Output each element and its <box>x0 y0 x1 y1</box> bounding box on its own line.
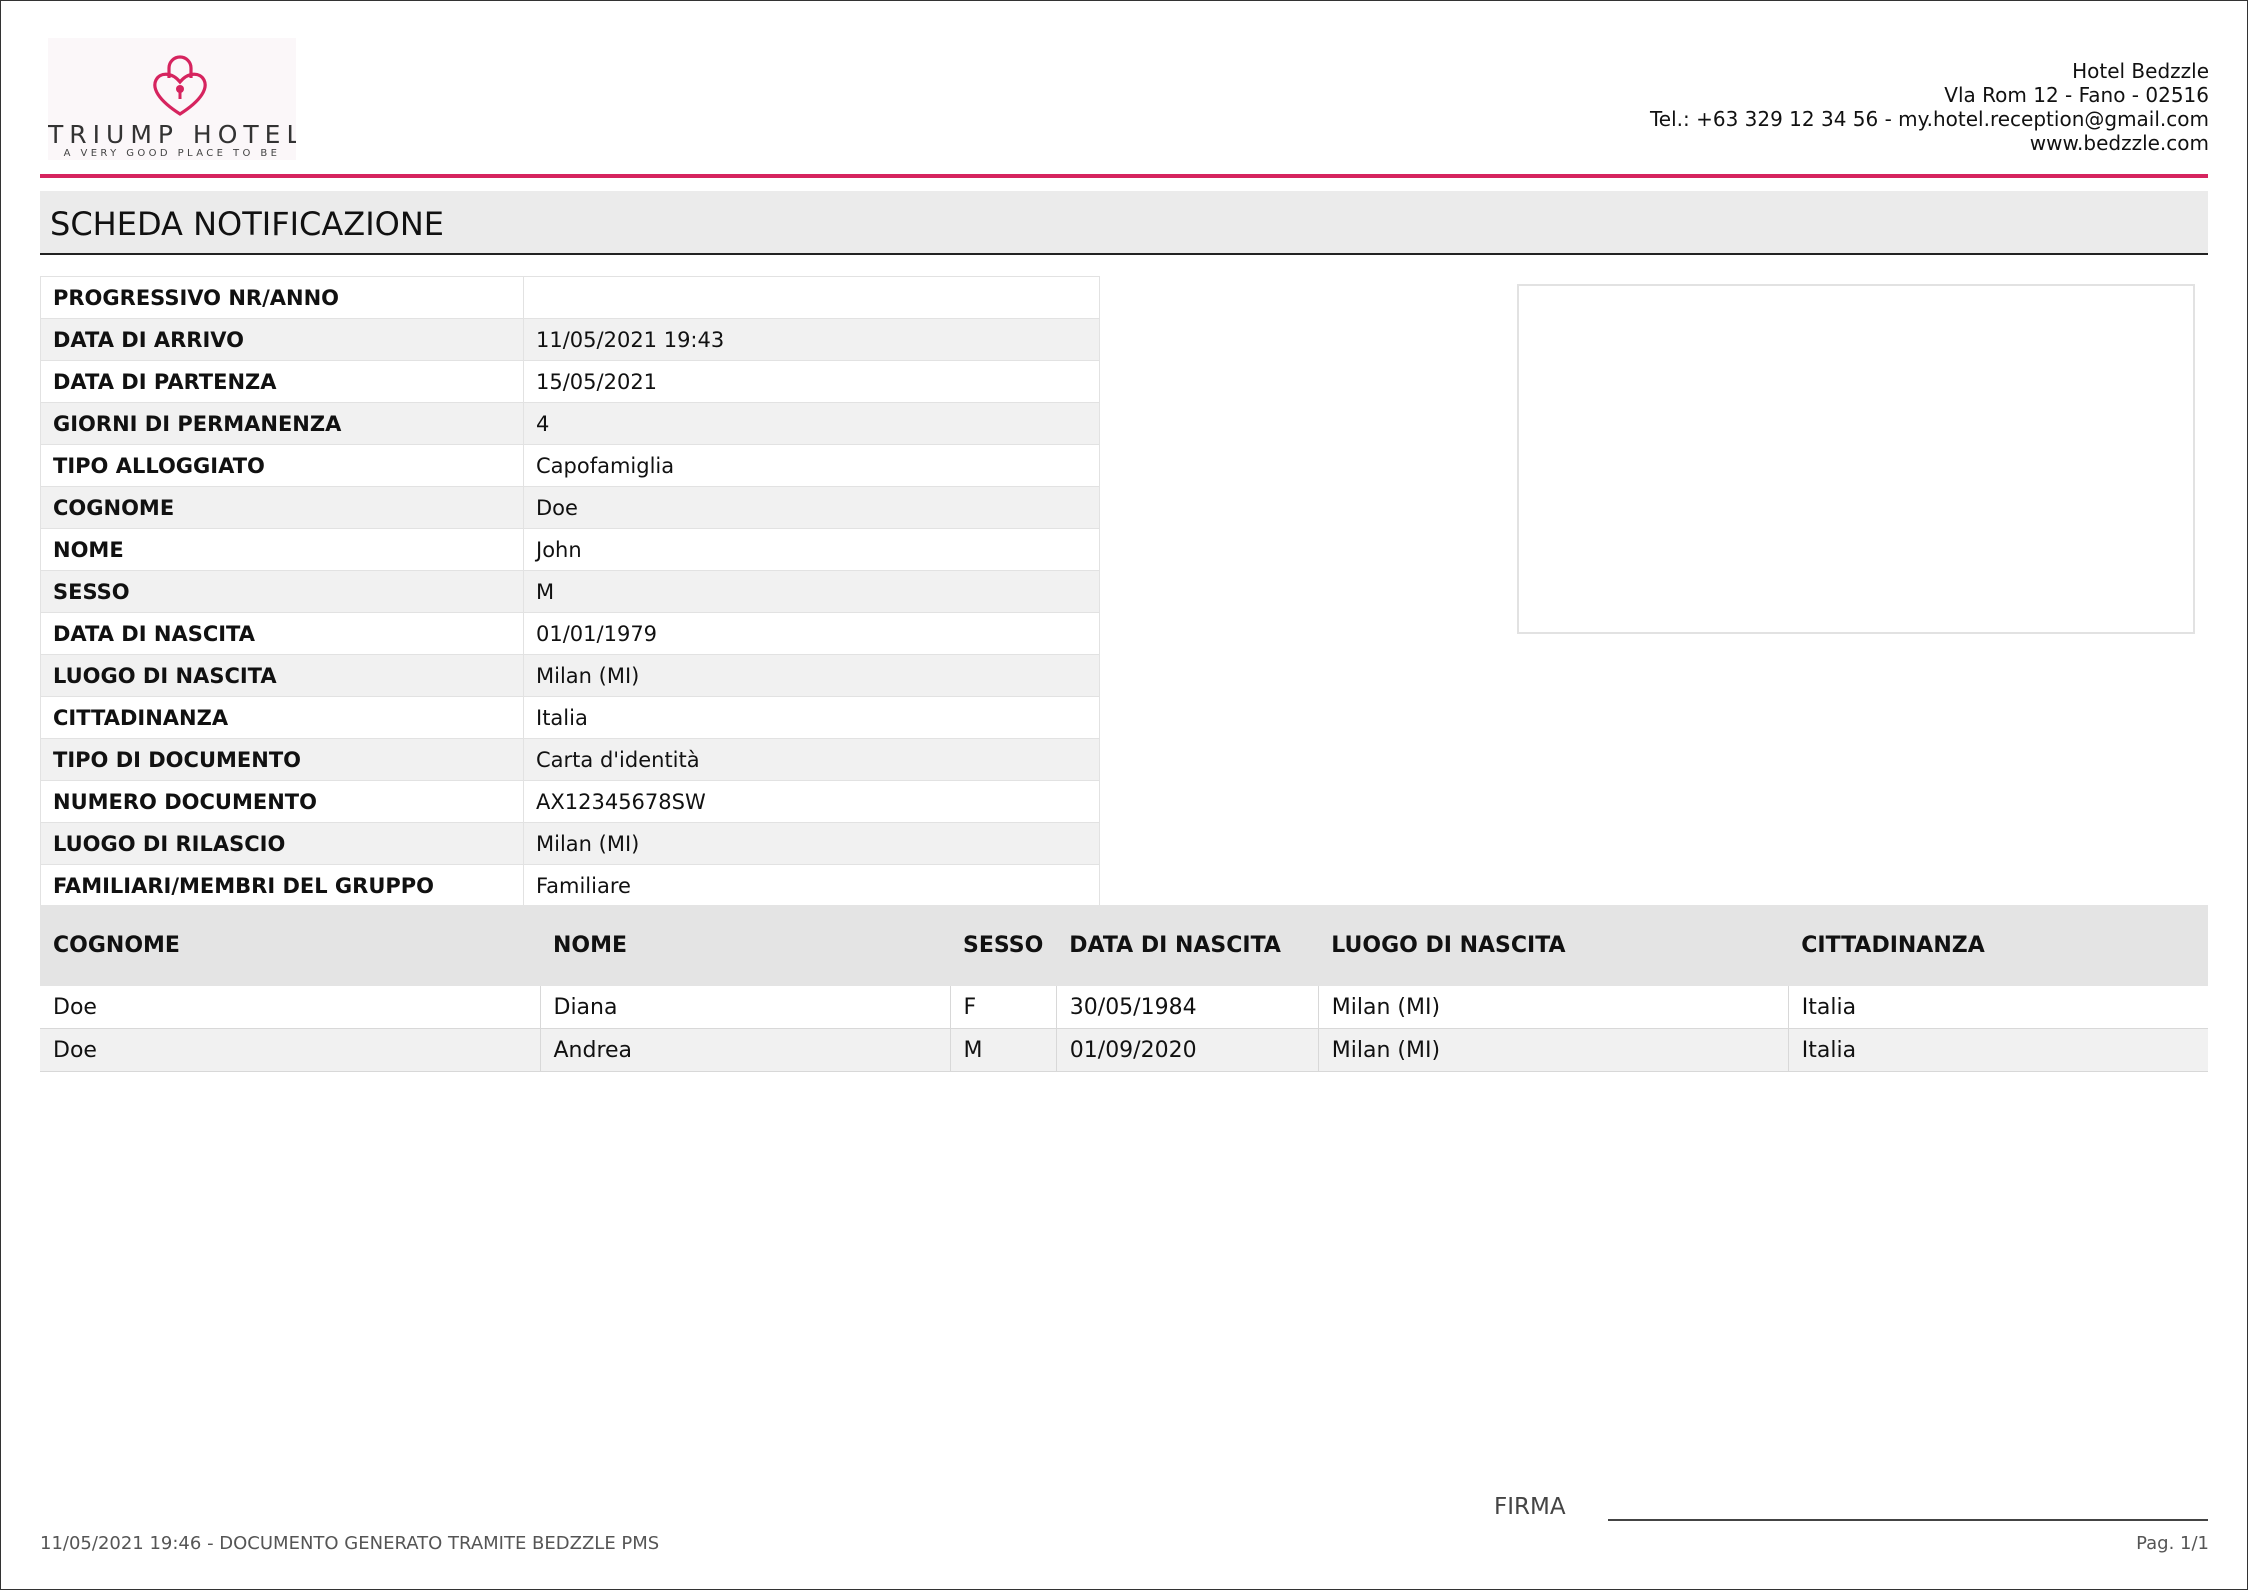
table-cell: Doe <box>40 986 540 1029</box>
table-row: DATA DI PARTENZA 15/05/2021 <box>40 360 1100 403</box>
logo-wordmark: TRIUMP HOTEL <box>48 120 296 149</box>
field-label: NOME <box>40 528 524 571</box>
table-cell: Milan (MI) <box>1317 986 1789 1029</box>
field-label: PROGRESSIVO NR/ANNO <box>40 276 524 319</box>
hotel-name: Hotel Bedzzle <box>2072 59 2209 83</box>
table-header-row: COGNOME NOME SESSO DATA DI NASCITA LUOGO… <box>40 905 2208 986</box>
table-row: Doe Andrea M 01/09/2020 Milan (MI) Itali… <box>40 1028 2208 1072</box>
table-row: GIORNI DI PERMANENZA 4 <box>40 402 1100 445</box>
field-value: Milan (MI) <box>523 822 1100 865</box>
field-value: Carta d'identità <box>523 738 1100 781</box>
table-row: LUOGO DI NASCITA Milan (MI) <box>40 654 1100 697</box>
field-label: SESSO <box>40 570 524 613</box>
field-value: Doe <box>523 486 1100 529</box>
table-row: NOME John <box>40 528 1100 571</box>
field-label: CITTADINANZA <box>40 696 524 739</box>
table-cell: Doe <box>40 1028 540 1072</box>
heart-lock-icon <box>153 55 207 116</box>
table-row: Doe Diana F 30/05/1984 Milan (MI) Italia <box>40 986 2208 1029</box>
table-cell: 30/05/1984 <box>1055 986 1319 1029</box>
hotel-address: Vla Rom 12 - Fano - 02516 <box>1944 83 2209 107</box>
group-members-table: COGNOME NOME SESSO DATA DI NASCITA LUOGO… <box>40 905 2208 1072</box>
table-row: NUMERO DOCUMENTO AX12345678SW <box>40 780 1100 823</box>
column-header: COGNOME <box>40 905 540 986</box>
guest-details-table: PROGRESSIVO NR/ANNO DATA DI ARRIVO 11/05/… <box>40 276 1100 907</box>
signature-label: FIRMA <box>1494 1494 1566 1520</box>
hotel-logo: TRIUMP HOTEL A VERY GOOD PLACE TO BE <box>48 38 296 160</box>
field-label: COGNOME <box>40 486 524 529</box>
field-value: Capofamiglia <box>523 444 1100 487</box>
column-header: NOME <box>540 905 950 986</box>
page-number: Pag. 1/1 <box>2136 1533 2209 1554</box>
table-row: TIPO ALLOGGIATO Capofamiglia <box>40 444 1100 487</box>
photo-placeholder <box>1517 284 2195 634</box>
field-label: TIPO ALLOGGIATO <box>40 444 524 487</box>
column-header: DATA DI NASCITA <box>1056 905 1319 986</box>
table-cell: F <box>949 986 1057 1029</box>
field-label: DATA DI NASCITA <box>40 612 524 655</box>
table-cell: Andrea <box>539 1028 950 1072</box>
field-label: DATA DI PARTENZA <box>40 360 524 403</box>
signature-line <box>1608 1519 2208 1521</box>
field-value: Milan (MI) <box>523 654 1100 697</box>
table-row: DATA DI ARRIVO 11/05/2021 19:43 <box>40 318 1100 361</box>
hotel-info: Hotel Bedzzle Vla Rom 12 - Fano - 02516 … <box>1650 59 2209 155</box>
field-label: TIPO DI DOCUMENTO <box>40 738 524 781</box>
field-value: 15/05/2021 <box>523 360 1100 403</box>
field-label: GIORNI DI PERMANENZA <box>40 402 524 445</box>
field-value: 4 <box>523 402 1100 445</box>
field-value: Italia <box>523 696 1100 739</box>
table-cell: Italia <box>1787 986 2208 1029</box>
field-label: NUMERO DOCUMENTO <box>40 780 524 823</box>
column-header: LUOGO DI NASCITA <box>1318 905 1789 986</box>
table-cell: Italia <box>1787 1028 2208 1072</box>
header-divider <box>40 174 2208 178</box>
field-value: AX12345678SW <box>523 780 1100 823</box>
footer-generated-note: 11/05/2021 19:46 - DOCUMENTO GENERATO TR… <box>40 1533 660 1554</box>
hotel-contact: Tel.: +63 329 12 34 56 - my.hotel.recept… <box>1649 107 2209 131</box>
table-cell: Diana <box>539 986 950 1029</box>
column-header: CITTADINANZA <box>1788 905 2208 986</box>
field-label: FAMILIARI/MEMBRI DEL GRUPPO <box>40 864 524 907</box>
logo-tagline: A VERY GOOD PLACE TO BE <box>63 148 281 159</box>
field-label: LUOGO DI RILASCIO <box>40 822 524 865</box>
hotel-website: www.bedzzle.com <box>2029 131 2209 155</box>
table-row: SESSO M <box>40 570 1100 613</box>
table-row: COGNOME Doe <box>40 486 1100 529</box>
field-value: John <box>523 528 1100 571</box>
field-label: DATA DI ARRIVO <box>40 318 524 361</box>
field-value: 01/01/1979 <box>523 612 1100 655</box>
field-value <box>523 276 1100 319</box>
column-header: SESSO <box>950 905 1057 986</box>
table-row: TIPO DI DOCUMENTO Carta d'identità <box>40 738 1100 781</box>
table-cell: Milan (MI) <box>1317 1028 1789 1072</box>
title-bar: SCHEDA NOTIFICAZIONE <box>40 191 2208 255</box>
table-row: CITTADINANZA Italia <box>40 696 1100 739</box>
table-cell: M <box>949 1028 1057 1072</box>
table-cell: 01/09/2020 <box>1055 1028 1319 1072</box>
table-row: FAMILIARI/MEMBRI DEL GRUPPO Familiare <box>40 864 1100 907</box>
field-value: Familiare <box>523 864 1100 907</box>
page-title: SCHEDA NOTIFICAZIONE <box>50 205 444 243</box>
table-row: PROGRESSIVO NR/ANNO <box>40 276 1100 319</box>
table-row: LUOGO DI RILASCIO Milan (MI) <box>40 822 1100 865</box>
table-row: DATA DI NASCITA 01/01/1979 <box>40 612 1100 655</box>
field-label: LUOGO DI NASCITA <box>40 654 524 697</box>
field-value: M <box>523 570 1100 613</box>
field-value: 11/05/2021 19:43 <box>523 318 1100 361</box>
